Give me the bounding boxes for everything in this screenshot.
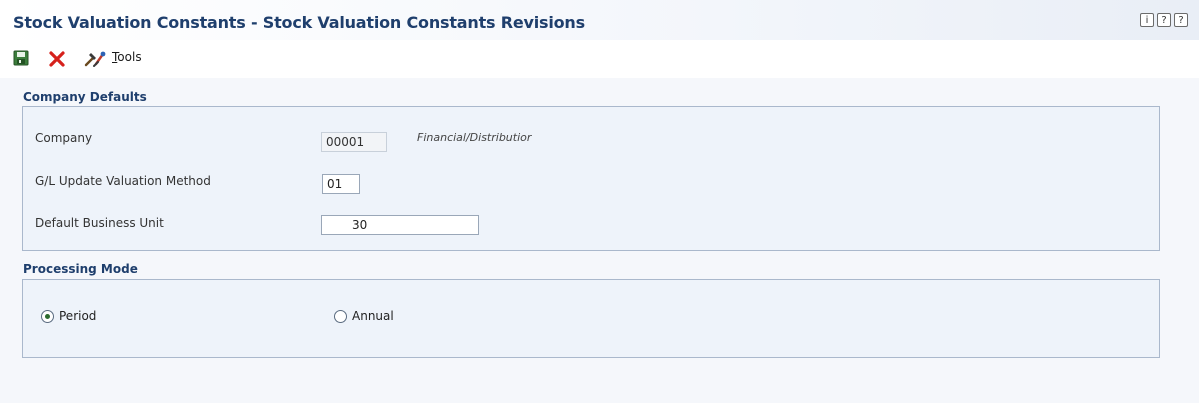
save-icon bbox=[13, 50, 29, 66]
company-defaults-heading: Company Defaults bbox=[23, 90, 147, 104]
help-icons: i ? ? bbox=[1140, 13, 1188, 27]
gl-update-valuation-method-label: G/L Update Valuation Method bbox=[35, 174, 211, 188]
annual-radio-label[interactable]: Annual bbox=[352, 309, 394, 323]
annual-radio-button[interactable] bbox=[334, 310, 347, 323]
company-description: Financial/Distributior bbox=[417, 131, 532, 144]
help-icon[interactable]: ? bbox=[1157, 13, 1171, 27]
tools-menu[interactable]: Tools bbox=[112, 50, 142, 64]
cancel-icon bbox=[49, 51, 65, 67]
cancel-button[interactable] bbox=[48, 50, 66, 72]
toolbar: Tools bbox=[0, 40, 1199, 76]
period-radio-button[interactable] bbox=[41, 310, 54, 323]
tools-button[interactable] bbox=[84, 50, 106, 72]
page-title: Stock Valuation Constants - Stock Valuat… bbox=[13, 13, 585, 32]
processing-mode-panel: Period Annual bbox=[22, 279, 1160, 358]
title-bar: Stock Valuation Constants - Stock Valuat… bbox=[0, 0, 1199, 40]
company-field[interactable]: 00001 bbox=[321, 132, 387, 152]
processing-mode-heading: Processing Mode bbox=[23, 262, 138, 276]
period-radio-label[interactable]: Period bbox=[59, 309, 96, 323]
save-button[interactable] bbox=[13, 50, 29, 70]
default-business-unit-field[interactable]: 30 bbox=[321, 215, 479, 235]
company-defaults-panel: Company 00001 Financial/Distributior G/L… bbox=[22, 106, 1160, 251]
default-business-unit-label: Default Business Unit bbox=[35, 216, 164, 230]
tools-icon bbox=[84, 51, 106, 67]
form-body: Company Defaults Company 00001 Financial… bbox=[0, 78, 1199, 403]
info-icon[interactable]: i bbox=[1140, 13, 1154, 27]
context-help-icon[interactable]: ? bbox=[1174, 13, 1188, 27]
gl-update-valuation-method-field[interactable]: 01 bbox=[322, 174, 360, 194]
company-label: Company bbox=[35, 131, 93, 145]
